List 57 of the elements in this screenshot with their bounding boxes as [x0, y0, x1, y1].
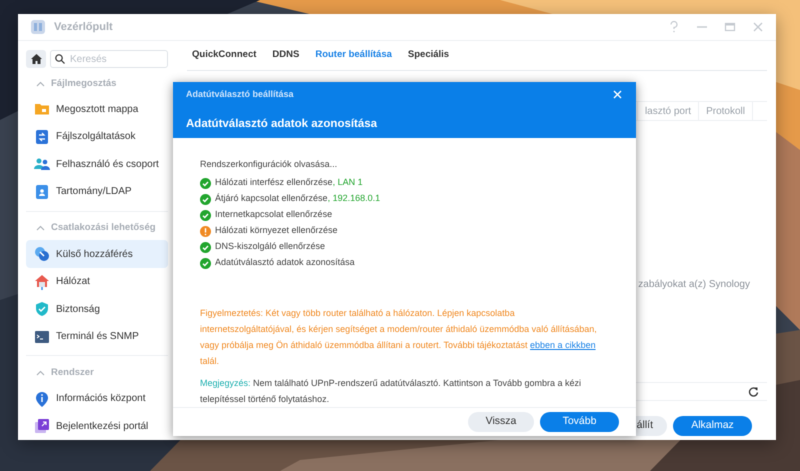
check-item: Hálózati környezet ellenőrzése [215, 224, 338, 238]
id-card-icon [34, 184, 50, 200]
terminal-icon [34, 328, 50, 345]
app-icon [30, 19, 46, 35]
shield-icon [34, 301, 50, 318]
check-item: Átjáró kapcsolat ellenőrzése, 192.168.0.1 [215, 192, 380, 206]
sidebar-item[interactable]: Felhasználó és csoport [26, 150, 168, 178]
collapse-icon[interactable] [36, 225, 45, 232]
section-heading: Csatlakozási lehetőség [51, 221, 156, 236]
sidebar-item[interactable]: Megosztott mappa [26, 96, 168, 124]
sidebar-item[interactable]: Terminál és SNMP [26, 322, 168, 350]
column-header: Protokoll [698, 102, 752, 120]
file-transfer-icon [34, 128, 50, 145]
refresh-icon[interactable] [748, 386, 759, 397]
dialog-heading: Adatútválasztó adatok azonosítása [186, 116, 378, 132]
sidebar-item[interactable]: Fájlszolgáltatások [26, 123, 168, 151]
globe-link-icon [34, 246, 50, 262]
check-item: Adatútválasztó adatok azonosítása [215, 256, 355, 270]
users-icon [34, 156, 50, 172]
folder-icon [34, 101, 50, 118]
tab[interactable]: QuickConnect [192, 48, 256, 63]
check-item: DNS-kiszolgáló ellenőrzése [215, 240, 326, 254]
tab[interactable]: Speciális [408, 48, 450, 63]
sidebar-item[interactable]: Tartomány/LDAP [26, 178, 168, 206]
window-title: Vezérlőpult [54, 20, 113, 35]
sidebar-item[interactable]: Bejelentkezési portál [26, 412, 168, 440]
home-icon [30, 54, 42, 64]
close-icon[interactable] [752, 21, 764, 33]
sidebar-item[interactable]: Információs központ [26, 384, 168, 412]
section-heading: Rendszer [51, 366, 94, 380]
help-icon[interactable] [668, 21, 680, 33]
dialog-title: Adatútválasztó beállítása [186, 88, 294, 101]
search-icon [55, 54, 65, 64]
tab[interactable]: Router beállítása [315, 48, 392, 63]
info-icon [34, 390, 50, 407]
description-text: zabályokat a(z) Synology [638, 278, 751, 292]
intro-text: Rendszerkonfigurációk olvasása... [200, 158, 338, 171]
sidebar-item[interactable]: Biztonság [26, 295, 168, 323]
action-button[interactable]: Alkalmaz [673, 416, 752, 436]
section-heading: Fájlmegosztás [51, 76, 116, 91]
check-item: Hálózati interfész ellenőrzése, LAN 1 [215, 176, 363, 190]
search-field[interactable]: Keresés [50, 50, 168, 68]
house-icon [34, 274, 50, 290]
tab[interactable]: DDNS [272, 48, 300, 63]
sidebar-item[interactable]: Külső hozzáférés [26, 240, 168, 268]
sidebar-item[interactable]: Hálózat [26, 268, 168, 296]
maximize-icon[interactable] [724, 21, 736, 33]
back-button[interactable]: Vissza [468, 412, 534, 432]
home-button[interactable] [26, 50, 46, 68]
portal-icon [34, 418, 50, 434]
note-text: Megjegyzés: Nem található UPnP-rendszerű adatútválasztó. Kattintson a Tovább gombra a kézi telepítéssel történő folytatáshoz. [200, 377, 582, 406]
check-item: Internetkapcsolat ellenőrzése [215, 208, 332, 222]
collapse-icon[interactable] [36, 370, 45, 376]
article-link[interactable]: ebben a cikkben [530, 340, 596, 350]
collapse-icon[interactable] [36, 80, 45, 87]
next-button[interactable]: Tovább [540, 412, 619, 432]
warning-text: Figyelmeztetés: Két vagy több router található a hálózaton. Lépjen kapcsolatba internetszolgáltatójával, és kérjen segítséget a modem/router áthidaló üzemmódba való állításában, vagy próbálja meg Ön áthidaló üzemmódba állítani a routert. További tájékoztatást ebben a cikkben talál. [200, 307, 598, 368]
